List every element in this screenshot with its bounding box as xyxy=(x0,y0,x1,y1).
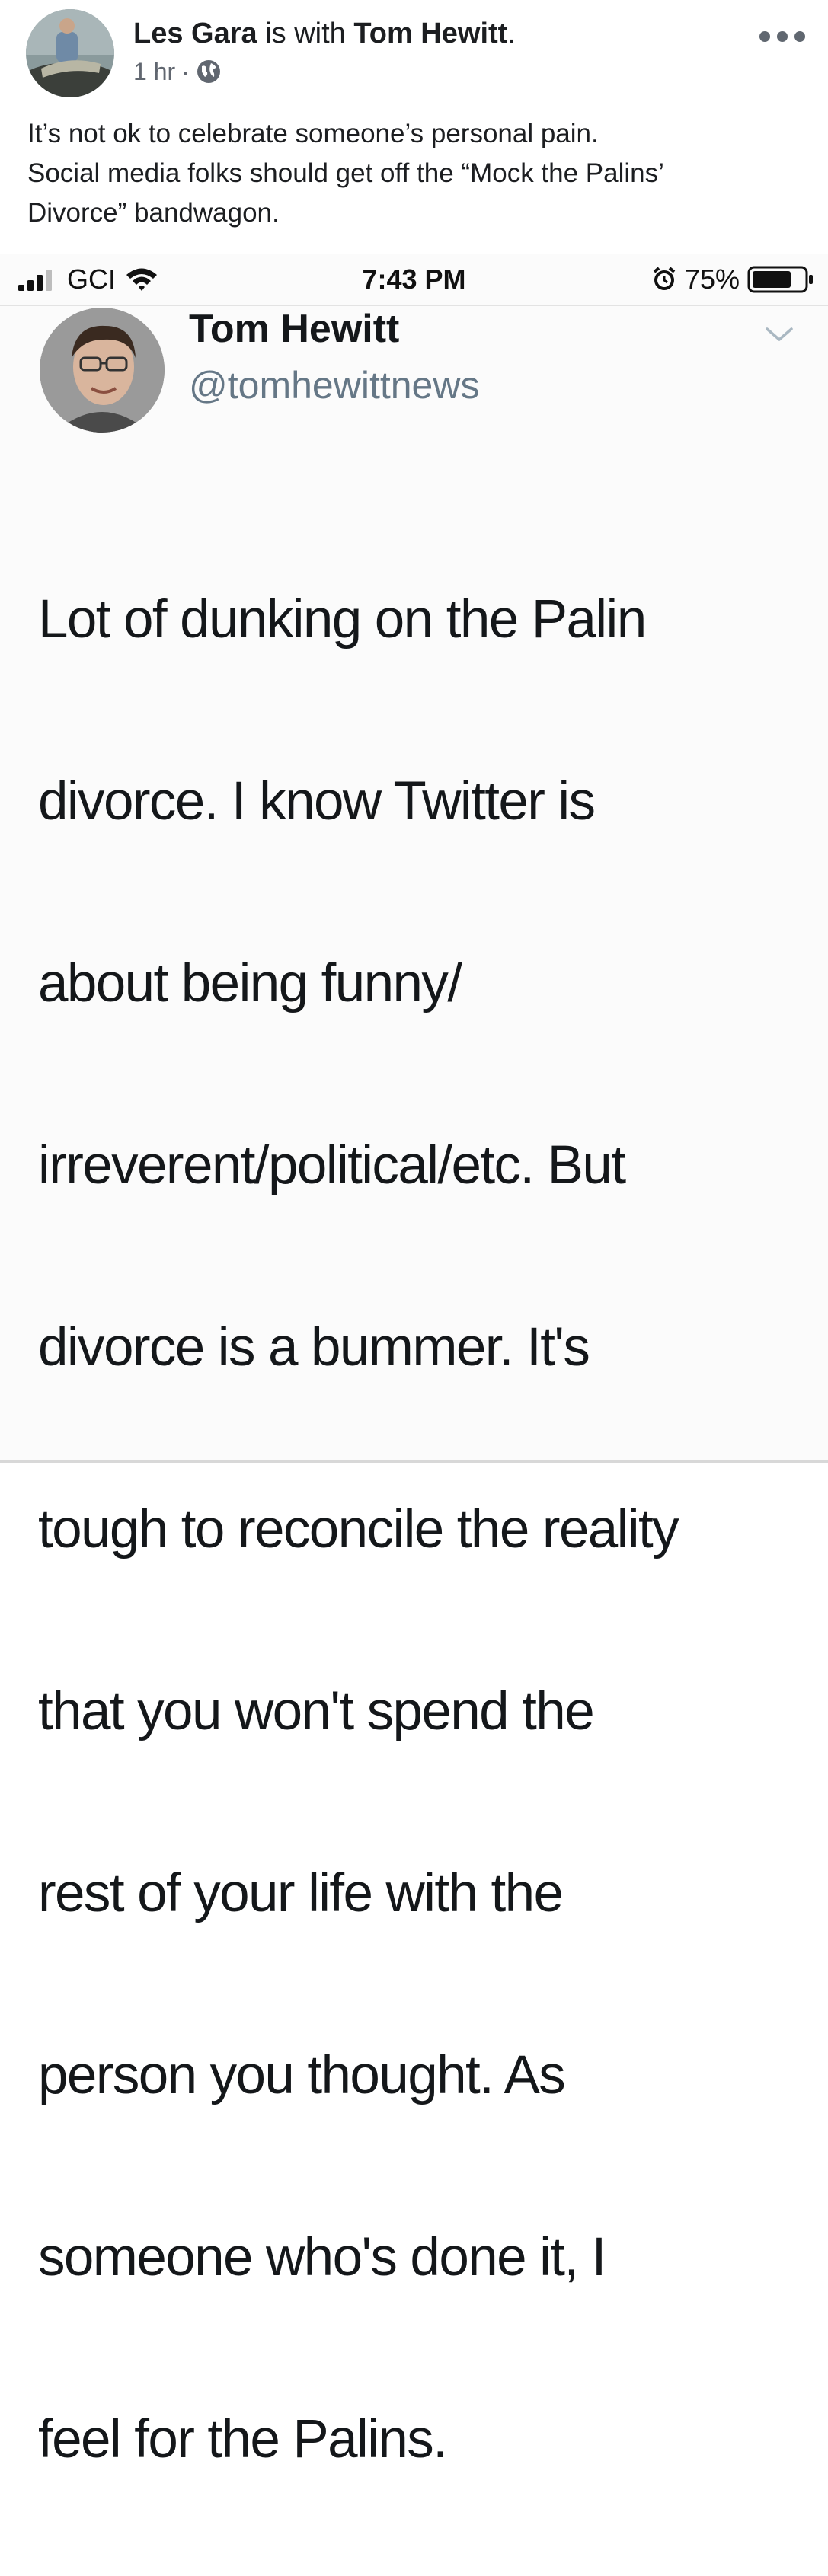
post-text: It’s not ok to celebrate someone’s perso… xyxy=(27,114,797,233)
chevron-down-icon[interactable] xyxy=(762,323,796,346)
post-text-line: It’s not ok to celebrate someone’s perso… xyxy=(27,119,599,148)
meta-separator: · xyxy=(181,57,190,85)
post-text-line: Social media folks should get off the “M… xyxy=(27,158,664,188)
status-bar: GCI 7:43 PM 75% xyxy=(0,254,828,306)
tweet-line: tough to reconcile the reality xyxy=(38,1499,679,1559)
author-avatar[interactable] xyxy=(26,9,114,97)
post-time[interactable]: 1 hr xyxy=(133,58,175,86)
tweet-line: Lot of dunking on the Palin xyxy=(38,589,647,650)
tweet-author-name[interactable]: Tom Hewitt xyxy=(189,305,399,353)
facebook-post-header: Les Gara is with Tom Hewitt. 1 hr · It’s… xyxy=(0,0,828,251)
tweet-author-handle[interactable]: @tomhewittnews xyxy=(189,361,479,410)
battery-percent: 75% xyxy=(684,263,740,295)
tweet-line: person you thought. As xyxy=(38,2045,566,2105)
author-line-period: . xyxy=(507,18,516,49)
bottom-divider xyxy=(0,1460,828,1463)
post-text-line: Divorce” bandwagon. xyxy=(27,198,280,228)
tweet-line: feel for the Palins. xyxy=(38,2408,448,2469)
author-name[interactable]: Les Gara xyxy=(133,18,257,49)
tagged-person[interactable]: Tom Hewitt xyxy=(353,18,507,49)
more-dot xyxy=(794,31,805,42)
post-author-line: Les Gara is with Tom Hewitt. xyxy=(133,15,516,52)
tweet-line: irreverent/political/etc. But xyxy=(38,1135,626,1195)
globe-icon[interactable] xyxy=(196,59,222,85)
tweet-line: that you won't spend the xyxy=(38,1681,595,1741)
embedded-screenshot[interactable]: GCI 7:43 PM 75% Tom Hewitt @tomhewittnew… xyxy=(0,254,828,2469)
tweet-author-avatar[interactable] xyxy=(40,308,165,433)
with-text: is with xyxy=(265,18,346,49)
tweet-line: about being funny/ xyxy=(38,953,462,1013)
more-dot xyxy=(759,31,770,42)
status-bar-right: 75% xyxy=(651,262,814,297)
battery-icon xyxy=(747,266,814,293)
more-dot xyxy=(777,31,788,42)
tweet-text: Lot of dunking on the Palin divorce. I k… xyxy=(38,483,807,2576)
tweet-line: divorce is a bummer. It's xyxy=(38,1317,590,1377)
post-meta: 1 hr · xyxy=(133,55,222,88)
tweet-line: divorce. I know Twitter is xyxy=(38,771,596,832)
tweet-line: rest of your life with the xyxy=(38,1863,564,1923)
alarm-icon xyxy=(651,267,677,292)
tweet-line: someone who's done it, I xyxy=(38,2226,606,2287)
more-options-icon[interactable] xyxy=(759,21,805,52)
